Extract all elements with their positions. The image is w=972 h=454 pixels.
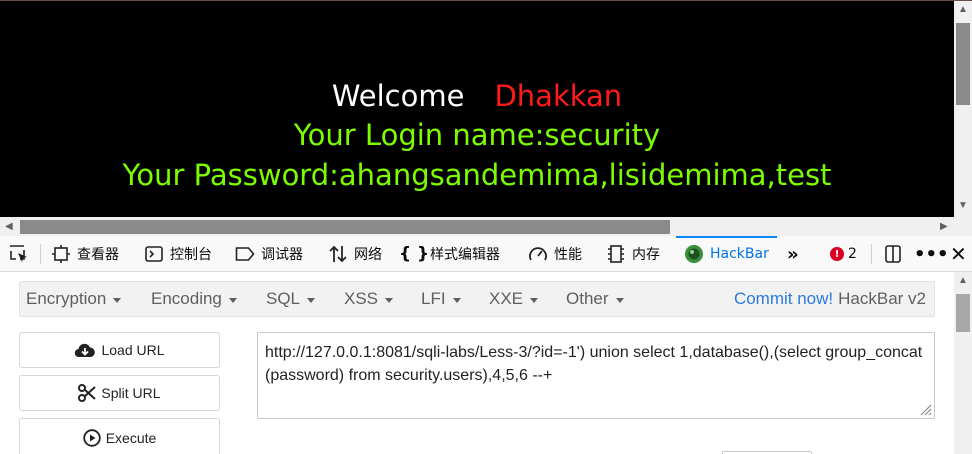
menu-xss[interactable]: XSS <box>344 282 394 316</box>
menu-encoding[interactable]: Encoding <box>151 282 237 316</box>
tab-console[interactable]: 控制台 <box>144 236 212 272</box>
commit-area: Commit now! HackBar v2 <box>734 282 926 316</box>
menu-label: LFI <box>421 289 446 308</box>
login-name-line: Your Login name:security <box>293 118 661 152</box>
page-vertical-scroll-thumb[interactable] <box>956 23 970 105</box>
devtools-panel: 查看器 控制台 调试器 网络 { } 样式编辑器 性能 内存 HackBar »… <box>0 236 972 454</box>
tab-debugger[interactable]: 调试器 <box>235 236 303 272</box>
menu-other[interactable]: Other <box>566 282 624 316</box>
load-url-button[interactable]: Load URL <box>19 332 220 368</box>
error-count: 2 <box>848 246 857 262</box>
style-editor-icon: { } <box>398 244 430 264</box>
scrollbar-corner <box>954 217 972 237</box>
tab-label: 内存 <box>632 247 660 263</box>
tab-label: 性能 <box>554 247 582 263</box>
options-menu-button[interactable]: ••• <box>914 236 949 272</box>
menu-lfi[interactable]: LFI <box>421 282 461 316</box>
tab-label: 查看器 <box>77 247 119 263</box>
tab-performance[interactable]: 性能 <box>528 236 582 272</box>
menu-encryption[interactable]: Encryption <box>26 282 122 316</box>
menu-label: Other <box>566 289 609 308</box>
menu-label: SQL <box>266 289 301 308</box>
url-textarea[interactable]: http://127.0.0.1:8081/sqli-labs/Less-3/?… <box>257 332 935 419</box>
scroll-up-icon[interactable]: ▲ <box>958 276 968 286</box>
caret-down-icon <box>385 297 394 303</box>
scroll-up-icon[interactable]: ▲ <box>958 5 968 15</box>
caret-down-icon <box>113 297 122 303</box>
network-icon <box>328 244 348 264</box>
menu-label: Encryption <box>26 289 107 308</box>
cloud-download-icon <box>74 342 96 358</box>
inspector-icon <box>51 244 71 264</box>
dock-toggle-button[interactable] <box>883 236 909 272</box>
tab-label: 网络 <box>354 247 382 263</box>
caret-down-icon <box>530 297 539 303</box>
resize-grip-icon[interactable] <box>918 402 932 416</box>
console-icon <box>144 244 164 264</box>
devtools-vertical-scrollbar[interactable]: ▲ <box>954 272 972 454</box>
url-text: http://127.0.0.1:8081/sqli-labs/Less-3/?… <box>265 344 923 384</box>
tab-inspector[interactable]: 查看器 <box>51 236 119 272</box>
tab-hackbar[interactable]: HackBar <box>676 236 777 272</box>
caret-down-icon <box>452 297 461 303</box>
commit-now-link[interactable]: Commit now! <box>734 289 833 309</box>
tab-style-editor[interactable]: { } 样式编辑器 <box>398 236 500 272</box>
hackbar-icon <box>684 244 704 264</box>
tab-network[interactable]: 网络 <box>328 236 382 272</box>
scroll-right-icon[interactable]: ▶ <box>940 222 948 232</box>
performance-icon <box>528 244 548 264</box>
devtools-vertical-scroll-thumb[interactable] <box>956 294 970 332</box>
menu-sql[interactable]: SQL <box>266 282 316 316</box>
tab-label: 控制台 <box>170 247 212 263</box>
more-horizontal-icon: ••• <box>914 243 949 265</box>
caret-down-icon <box>307 297 316 303</box>
welcome-line: Welcome Dhakkan <box>0 78 954 114</box>
caret-down-icon <box>228 297 237 303</box>
hackbar-menu-bar: Encryption Encoding SQL XSS LFI XXE Othe… <box>19 281 935 317</box>
menu-label: XSS <box>344 289 379 308</box>
play-circle-icon <box>83 429 101 447</box>
split-url-label: Split URL <box>101 385 161 401</box>
page-viewport: Welcome Dhakkan Your Login name:security … <box>0 0 972 237</box>
scissors-icon <box>78 384 97 402</box>
tab-memory[interactable]: 内存 <box>606 236 660 272</box>
scroll-down-icon[interactable]: ▼ <box>958 201 968 211</box>
element-picker-icon <box>9 244 29 264</box>
load-url-label: Load URL <box>101 342 165 358</box>
split-url-button[interactable]: Split URL <box>19 375 220 411</box>
username-text: Dhakkan <box>494 79 623 113</box>
devtools-toolbar: 查看器 控制台 调试器 网络 { } 样式编辑器 性能 内存 HackBar »… <box>0 236 972 272</box>
menu-label: Encoding <box>151 289 222 308</box>
close-devtools-button[interactable]: ✕ <box>950 236 967 272</box>
execute-label: Execute <box>105 430 157 446</box>
menu-label: XXE <box>489 289 524 308</box>
hackbar-brand: HackBar v2 <box>838 289 926 308</box>
caret-down-icon <box>615 297 624 303</box>
more-tabs-button[interactable]: » <box>787 236 799 272</box>
execute-button[interactable]: Execute <box>19 418 220 454</box>
error-icon: ! <box>830 247 844 261</box>
page-horizontal-scrollbar[interactable]: ◀ ▶ <box>0 217 954 237</box>
element-picker-button[interactable] <box>9 236 35 272</box>
debugger-icon <box>235 244 255 264</box>
scroll-left-icon[interactable]: ◀ <box>5 222 13 232</box>
page-vertical-scrollbar[interactable]: ▲ ▼ <box>954 1 972 217</box>
toolbar-separator <box>871 244 872 264</box>
close-icon: ✕ <box>950 242 967 266</box>
welcome-text: Welcome <box>331 79 465 113</box>
menu-xxe[interactable]: XXE <box>489 282 539 316</box>
chevron-double-right-icon: » <box>787 243 799 265</box>
password-line: Your Password:ahangsandemima,lisidemima,… <box>122 158 832 192</box>
tab-label: 调试器 <box>261 247 303 263</box>
tab-label: HackBar <box>710 246 769 262</box>
tab-label: 样式编辑器 <box>430 247 500 263</box>
memory-icon <box>606 244 626 264</box>
toolbar-separator <box>40 244 41 264</box>
error-count-badge[interactable]: ! 2 <box>830 236 857 272</box>
dock-side-icon <box>883 244 903 264</box>
page-horizontal-scroll-thumb[interactable] <box>20 220 670 234</box>
